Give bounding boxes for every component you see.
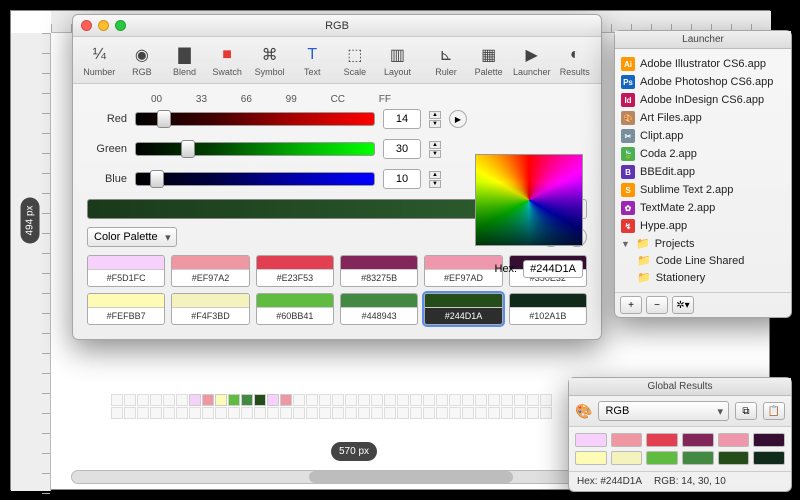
- height-chip: 494 px: [21, 197, 40, 243]
- blue-stepper[interactable]: ▲▼: [429, 171, 441, 188]
- color-gamut-picker[interactable]: [475, 154, 583, 246]
- palette-dropdown[interactable]: Color Palette: [87, 227, 177, 247]
- swatch[interactable]: #FEFBB7: [87, 293, 165, 325]
- green-stepper[interactable]: ▲▼: [429, 141, 441, 158]
- launcher-tree: AiAdobe Illustrator CS6.appPsAdobe Photo…: [615, 49, 791, 292]
- launcher-panel: Launcher AiAdobe Illustrator CS6.appPsAd…: [614, 30, 792, 318]
- swatch[interactable]: #102A1B: [509, 293, 587, 325]
- red-stepper[interactable]: ▲▼: [429, 111, 441, 128]
- launcher-item[interactable]: 🎨Art Files.app: [619, 109, 787, 127]
- green-slider[interactable]: [135, 142, 375, 156]
- main-toolbar: ¼Number◉RGB▇Blend■Swatch⌘SymbolTText⬚Sca…: [73, 37, 601, 84]
- toolbar-launcher-button[interactable]: ▶Launcher: [513, 43, 551, 77]
- launcher-item[interactable]: IdAdobe InDesign CS6.app: [619, 91, 787, 109]
- result-swatch[interactable]: [575, 451, 607, 465]
- blue-value-field[interactable]: [383, 169, 421, 189]
- red-value-field[interactable]: [383, 109, 421, 129]
- titlebar[interactable]: RGB: [73, 15, 601, 37]
- result-swatch[interactable]: [575, 433, 607, 447]
- slider-hex-marks: 00336699CCFF: [151, 94, 391, 105]
- launcher-title: Launcher: [615, 31, 791, 49]
- launcher-item[interactable]: PsAdobe Photoshop CS6.app: [619, 73, 787, 91]
- blue-label: Blue: [87, 173, 127, 185]
- toolbar-palette-button[interactable]: ▦Palette: [470, 43, 507, 77]
- copy-button[interactable]: ⧉: [735, 402, 757, 420]
- results-swatch-grid: [569, 427, 791, 471]
- minimize-icon[interactable]: [98, 20, 109, 31]
- result-swatch[interactable]: [718, 451, 750, 465]
- launcher-remove-button[interactable]: −: [646, 296, 668, 314]
- launcher-item[interactable]: BBBEdit.app: [619, 163, 787, 181]
- toolbar-swatch-button[interactable]: ■Swatch: [209, 43, 246, 77]
- global-results-panel: Global Results 🎨 RGB ⧉ 📋 Hex: #244D1A RG…: [568, 377, 792, 492]
- swatch[interactable]: #244D1A: [424, 293, 502, 325]
- toolbar-layout-button[interactable]: ▥Layout: [379, 43, 416, 77]
- swatch[interactable]: #448943: [340, 293, 418, 325]
- swatch[interactable]: #E23F53: [256, 255, 334, 287]
- results-title: Global Results: [569, 378, 791, 396]
- results-rgb-value: 14, 30, 10: [681, 476, 725, 487]
- window-title: RGB: [325, 20, 349, 32]
- width-chip: 570 px: [331, 442, 377, 461]
- result-swatch[interactable]: [611, 451, 643, 465]
- green-value-field[interactable]: [383, 139, 421, 159]
- results-mode-dropdown[interactable]: RGB: [598, 401, 729, 421]
- clipboard-button[interactable]: 📋: [763, 402, 785, 420]
- launcher-item[interactable]: 🍃Coda 2.app: [619, 145, 787, 163]
- ruler-vertical: [11, 33, 51, 491]
- swatch[interactable]: #F5D1FC: [87, 255, 165, 287]
- swatch[interactable]: #83275B: [340, 255, 418, 287]
- close-icon[interactable]: [81, 20, 92, 31]
- launcher-item[interactable]: AiAdobe Illustrator CS6.app: [619, 55, 787, 73]
- toolbar-number-button[interactable]: ¼Number: [81, 43, 118, 77]
- toolbar-results-button[interactable]: ◐Results: [556, 43, 593, 77]
- result-swatch[interactable]: [611, 433, 643, 447]
- toolbar-symbol-button[interactable]: ⌘Symbol: [251, 43, 288, 77]
- swatch-strip-grid: [111, 394, 552, 419]
- result-swatch[interactable]: [646, 433, 678, 447]
- results-rgb-label: RGB:: [654, 476, 678, 487]
- toolbar-blend-button[interactable]: ▇Blend: [166, 43, 203, 77]
- result-swatch[interactable]: [718, 433, 750, 447]
- result-swatch[interactable]: [682, 451, 714, 465]
- hex-label: Hex:: [495, 263, 518, 275]
- projects-folder[interactable]: ▼📁Projects: [619, 235, 787, 252]
- result-swatch[interactable]: [646, 451, 678, 465]
- results-hex-label: Hex:: [577, 476, 598, 487]
- results-hex-value: #244D1A: [600, 476, 642, 487]
- result-swatch[interactable]: [753, 451, 785, 465]
- toolbar-rgb-button[interactable]: ◉RGB: [124, 43, 161, 77]
- green-label: Green: [87, 143, 127, 155]
- app-icon: 🎨: [575, 403, 592, 420]
- project-item[interactable]: 📁Code Line Shared: [619, 252, 787, 269]
- swatch[interactable]: #60BB41: [256, 293, 334, 325]
- toolbar-text-button[interactable]: TText: [294, 43, 331, 77]
- swatch[interactable]: #F4F3BD: [171, 293, 249, 325]
- launcher-item[interactable]: ✿TextMate 2.app: [619, 199, 787, 217]
- zoom-icon[interactable]: [115, 20, 126, 31]
- result-swatch[interactable]: [753, 433, 785, 447]
- red-slider[interactable]: [135, 112, 375, 126]
- swatch[interactable]: #EF97A2: [171, 255, 249, 287]
- play-button[interactable]: ▶: [449, 110, 467, 128]
- project-item[interactable]: 📁Stationery: [619, 269, 787, 286]
- launcher-item[interactable]: SSublime Text 2.app: [619, 181, 787, 199]
- hex-value-field[interactable]: #244D1A: [523, 260, 583, 278]
- launcher-item[interactable]: ↯Hype.app: [619, 217, 787, 235]
- launcher-add-button[interactable]: +: [620, 296, 642, 314]
- swatch[interactable]: #EF97AD: [424, 255, 502, 287]
- toolbar-ruler-button[interactable]: ⊾Ruler: [428, 43, 465, 77]
- red-label: Red: [87, 113, 127, 125]
- blue-slider[interactable]: [135, 172, 375, 186]
- launcher-item[interactable]: ✂Clipt.app: [619, 127, 787, 145]
- result-swatch[interactable]: [682, 433, 714, 447]
- toolbar-scale-button[interactable]: ⬚Scale: [337, 43, 374, 77]
- launcher-action-menu[interactable]: ✲▾: [672, 296, 694, 314]
- rgb-panel-window: RGB ¼Number◉RGB▇Blend■Swatch⌘SymbolTText…: [72, 14, 602, 340]
